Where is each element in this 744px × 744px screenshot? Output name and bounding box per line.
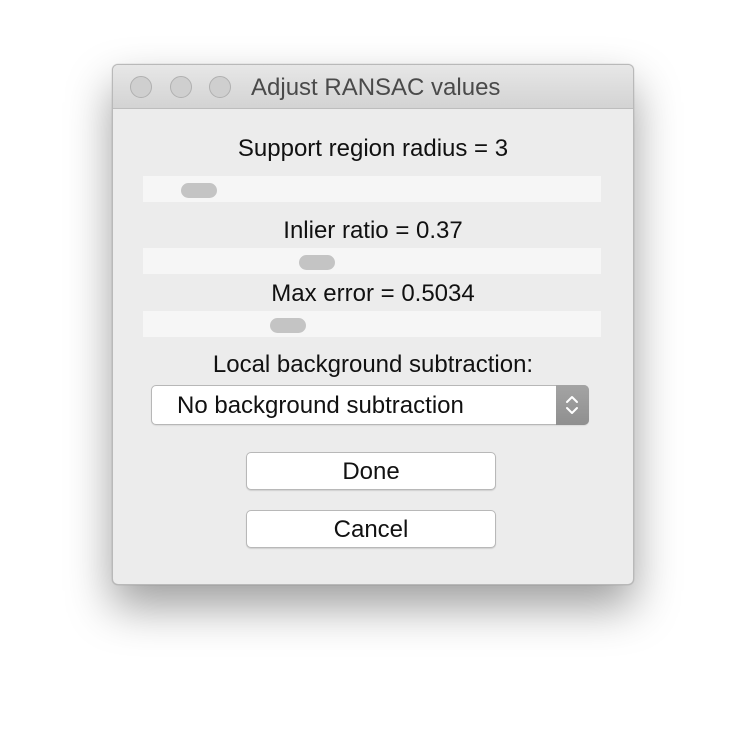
slider-thumb[interactable] [181, 183, 217, 198]
slider-thumb[interactable] [299, 255, 335, 270]
support-region-radius-label: Support region radius = 3 [237, 135, 509, 162]
title-bar[interactable]: Adjust RANSAC values [113, 65, 633, 109]
inlier-ratio-slider[interactable] [143, 248, 601, 274]
updown-chevron-icon[interactable] [556, 385, 589, 425]
max-error-label: Max error = 0.5034 [271, 280, 475, 307]
max-error-slider[interactable] [143, 311, 601, 337]
cancel-button[interactable]: Cancel [246, 510, 496, 548]
minimize-window-button[interactable] [170, 76, 192, 98]
close-window-button[interactable] [130, 76, 152, 98]
inlier-ratio-label: Inlier ratio = 0.37 [283, 217, 463, 244]
background-subtraction-label: Local background subtraction: [212, 351, 534, 378]
slider-thumb[interactable] [270, 318, 306, 333]
window-title: Adjust RANSAC values [251, 74, 501, 101]
select-value: No background subtraction [177, 392, 464, 419]
zoom-window-button[interactable] [209, 76, 231, 98]
done-button[interactable]: Done [246, 452, 496, 490]
background-subtraction-select[interactable]: No background subtraction [151, 385, 589, 425]
adjust-ransac-dialog: Adjust RANSAC values Support region radi… [112, 64, 634, 585]
support-region-radius-slider[interactable] [143, 176, 601, 202]
